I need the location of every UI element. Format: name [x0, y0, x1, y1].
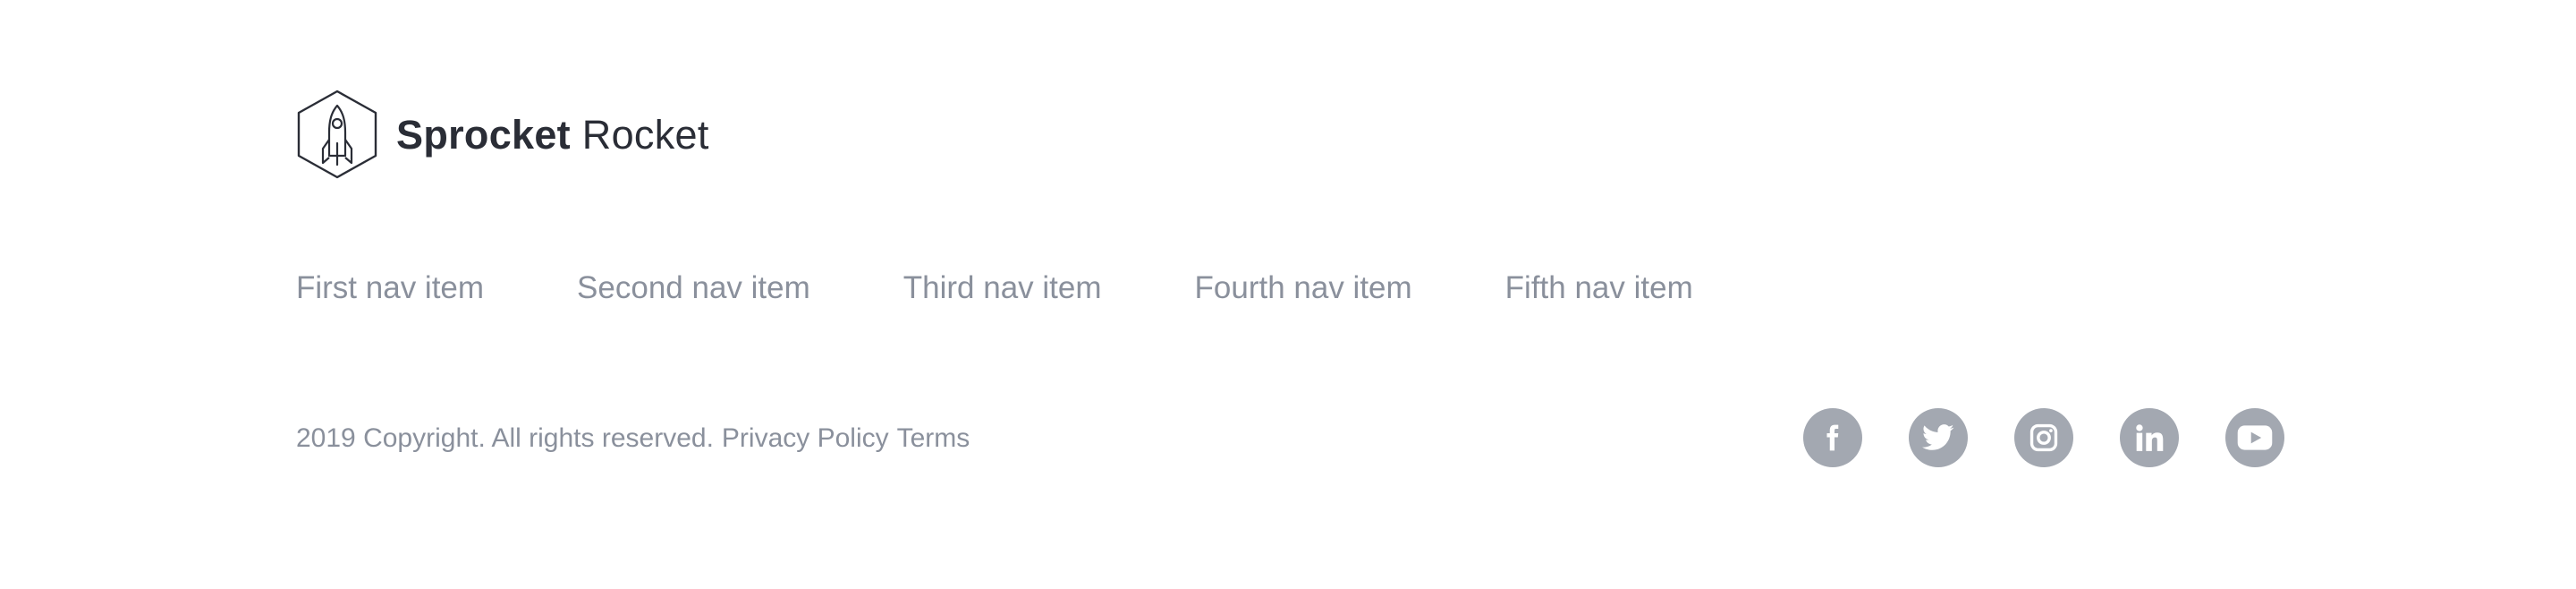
privacy-policy-link[interactable]: Privacy Policy: [722, 423, 889, 454]
brand-name-bold: Sprocket: [396, 111, 571, 158]
instagram-icon: [2029, 423, 2058, 452]
nav-item-fourth[interactable]: Fourth nav item: [1195, 272, 1412, 303]
brand-logo-link[interactable]: Sprocket Rocket: [296, 90, 709, 179]
copyright-text: 2019 Copyright. All rights reserved.: [296, 423, 714, 453]
rocket-hexagon-icon: [297, 90, 377, 179]
site-footer: Sprocket Rocket First nav item Second na…: [0, 0, 2576, 589]
facebook-icon: [1826, 424, 1839, 451]
brand-name-light: Rocket: [581, 111, 709, 158]
instagram-button[interactable]: [2014, 408, 2073, 467]
youtube-icon: [2237, 425, 2273, 450]
footer-nav: First nav item Second nav item Third nav…: [296, 265, 1693, 310]
facebook-button[interactable]: [1803, 408, 1862, 467]
twitter-icon: [1922, 424, 1954, 450]
nav-item-fifth[interactable]: Fifth nav item: [1505, 272, 1693, 303]
linkedin-icon: [2136, 424, 2164, 451]
terms-link[interactable]: Terms: [897, 423, 970, 454]
nav-item-third[interactable]: Third nav item: [903, 272, 1102, 303]
social-links: [1803, 408, 2284, 467]
nav-item-second[interactable]: Second nav item: [577, 272, 810, 303]
linkedin-button[interactable]: [2120, 408, 2179, 467]
youtube-button[interactable]: [2225, 408, 2284, 467]
copyright-bar: 2019 Copyright. All rights reserved. Pri…: [296, 421, 970, 457]
twitter-button[interactable]: [1909, 408, 1968, 467]
brand-name: Sprocket Rocket: [396, 115, 709, 155]
nav-item-first[interactable]: First nav item: [296, 272, 484, 303]
